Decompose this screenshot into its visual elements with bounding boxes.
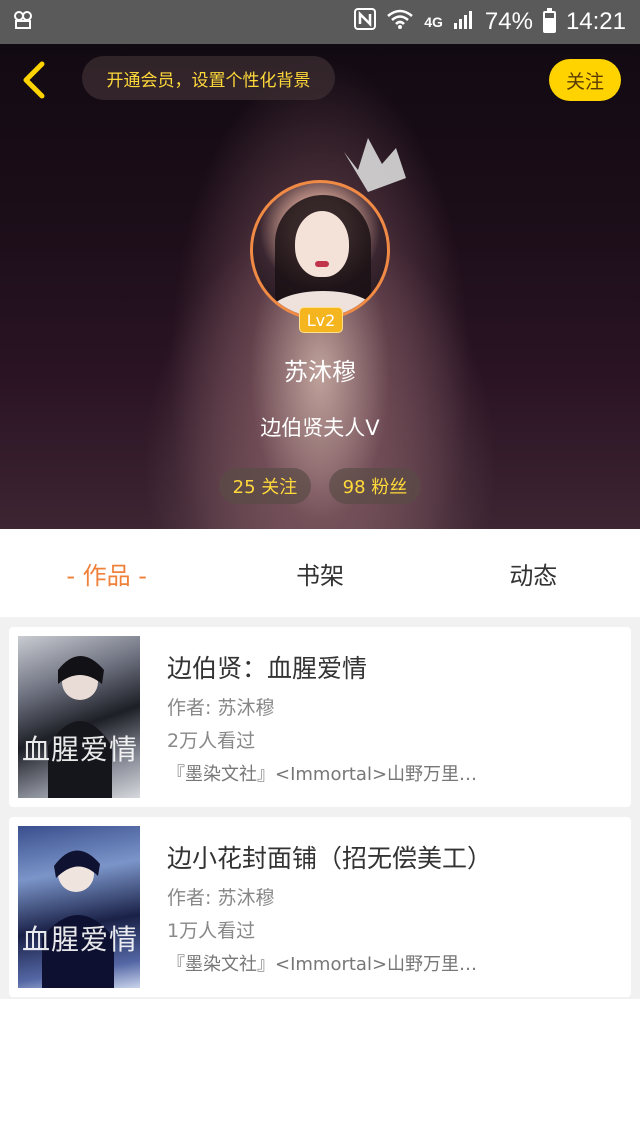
book-cover: 血腥爱情 <box>18 826 140 988</box>
back-button[interactable] <box>14 58 54 102</box>
signal-icon <box>453 8 475 36</box>
wifi-icon <box>386 8 414 37</box>
notification-icon <box>14 10 32 34</box>
fans-count[interactable]: 98 粉丝 <box>329 468 421 504</box>
profile-tabs: - 作品 - 书架 动态 <box>0 529 640 617</box>
tab-activity[interactable]: 动态 <box>427 529 640 617</box>
book-title: 边小花封面铺（招无偿美工） <box>167 844 493 873</box>
network-type: 4G <box>424 14 443 30</box>
battery-percent: 74% <box>484 8 533 35</box>
avatar[interactable] <box>250 180 390 320</box>
book-views: 1万人看过 <box>167 920 256 942</box>
book-views: 2万人看过 <box>167 730 256 752</box>
following-count[interactable]: 25 关注 <box>219 468 311 504</box>
vip-background-prompt[interactable]: 开通会员，设置个性化背景 <box>82 56 335 100</box>
book-author: 作者: 苏沐穆 <box>167 697 275 719</box>
follow-button[interactable]: 关注 <box>549 59 621 101</box>
book-title: 边伯贤：血腥爱情 <box>167 654 368 683</box>
book-tags: 『墨染文社』<Immortal>山野万里… <box>167 954 478 975</box>
avatar-image <box>250 180 390 320</box>
tab-bookshelf[interactable]: 书架 <box>213 529 426 617</box>
battery-fill <box>544 17 554 31</box>
clock: 14:21 <box>565 8 626 35</box>
level-badge: Lv2 <box>299 307 343 333</box>
nfc-icon <box>354 7 377 37</box>
book-cover: 血腥爱情 <box>18 636 140 798</box>
profile-header: 开通会员，设置个性化背景 关注 Lv2 苏沐穆 边伯贤夫人V 25 关注 98 … <box>0 44 640 529</box>
book-author: 作者: 苏沐穆 <box>167 887 275 909</box>
book-cover-title: 血腥爱情 <box>22 733 139 766</box>
book-card[interactable]: 血腥爱情 边小花封面铺（招无偿美工） 作者: 苏沐穆 1万人看过 『墨染文社』<… <box>9 817 631 997</box>
book-card[interactable]: 血腥爱情 边伯贤：血腥爱情 作者: 苏沐穆 2万人看过 『墨染文社』<Immor… <box>9 627 631 807</box>
battery-icon <box>542 8 556 33</box>
book-tags: 『墨染文社』<Immortal>山野万里… <box>167 764 478 785</box>
user-signature: 边伯贤夫人V <box>260 416 380 440</box>
chevron-left-icon <box>23 61 45 99</box>
username: 苏沐穆 <box>284 358 356 386</box>
status-bar: 4G 74% 14:21 <box>0 0 640 44</box>
book-cover-title: 血腥爱情 <box>22 923 139 956</box>
tab-works[interactable]: - 作品 - <box>0 529 213 617</box>
works-list: 血腥爱情 边伯贤：血腥爱情 作者: 苏沐穆 2万人看过 『墨染文社』<Immor… <box>0 617 640 999</box>
